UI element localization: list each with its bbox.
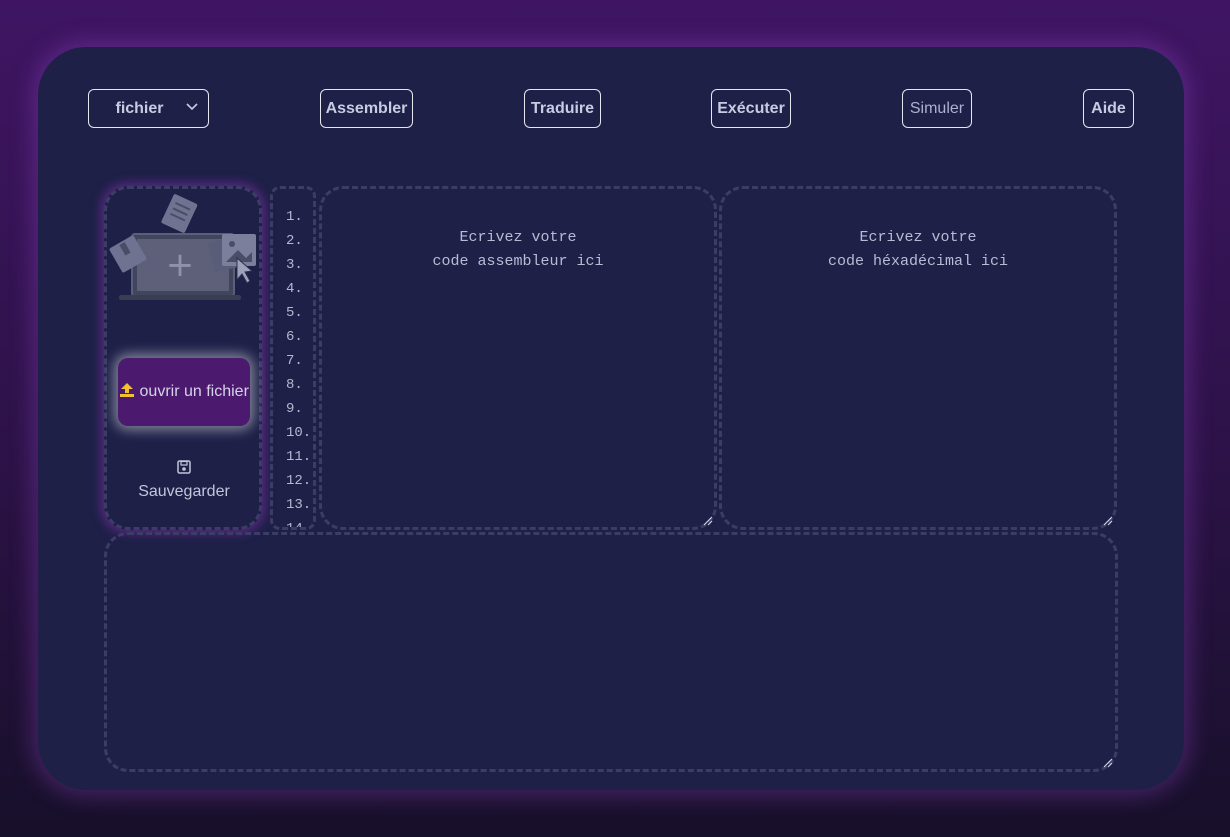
help-button[interactable]: Aide xyxy=(1083,89,1134,128)
line-number: 10. xyxy=(286,425,312,441)
resize-handle-icon[interactable] xyxy=(1103,516,1113,526)
line-number: 11. xyxy=(286,449,312,465)
hex-placeholder-line1: Ecrivez votre xyxy=(859,229,977,246)
svg-text:+: + xyxy=(166,245,195,285)
assembly-code-editor[interactable]: Ecrivez votre code assembleur ici xyxy=(319,186,717,530)
resize-handle-icon[interactable] xyxy=(703,516,713,526)
simulate-button[interactable]: Simuler xyxy=(902,89,972,128)
asm-placeholder-line2: code assembleur ici xyxy=(432,253,604,270)
line-number: 1. xyxy=(286,209,303,225)
line-number: 9. xyxy=(286,401,303,417)
file-select[interactable]: fichier xyxy=(88,89,209,128)
hex-placeholder-line2: code héxadécimal ici xyxy=(827,253,1009,270)
save-button[interactable]: Sauvegarder xyxy=(118,460,250,501)
line-number: 13. xyxy=(286,497,312,513)
save-label: Sauvegarder xyxy=(138,483,230,500)
file-select-value: fichier xyxy=(115,99,164,117)
line-number: 14. xyxy=(286,521,312,530)
output-console[interactable] xyxy=(104,532,1118,772)
hex-code-editor[interactable]: Ecrivez votre code héxadécimal ici xyxy=(719,186,1117,530)
line-number: 5. xyxy=(286,305,303,321)
chevron-down-icon xyxy=(186,103,198,111)
line-number: 4. xyxy=(286,281,303,297)
line-number-gutter: 1. 2. 3. 4. 5. 6. 7. 8. 9. 10. 11. 12. 1… xyxy=(270,186,316,530)
execute-button[interactable]: Exécuter xyxy=(711,89,791,128)
line-number: 8. xyxy=(286,377,303,393)
line-number: 2. xyxy=(286,233,303,249)
line-number: 6. xyxy=(286,329,303,345)
line-number: 3. xyxy=(286,257,303,273)
save-icon xyxy=(177,460,191,474)
upload-icon xyxy=(120,383,135,397)
line-number: 7. xyxy=(286,353,303,369)
upload-illustration: + xyxy=(109,194,256,300)
line-number: 12. xyxy=(286,473,312,489)
open-file-button[interactable]: ouvrir un fichier xyxy=(118,358,250,426)
open-file-label: ouvrir un fichier xyxy=(139,383,249,400)
translate-button[interactable]: Traduire xyxy=(524,89,601,128)
resize-handle-icon[interactable] xyxy=(1103,758,1113,768)
assemble-button[interactable]: Assembler xyxy=(320,89,413,128)
asm-placeholder-line1: Ecrivez votre xyxy=(459,229,577,246)
